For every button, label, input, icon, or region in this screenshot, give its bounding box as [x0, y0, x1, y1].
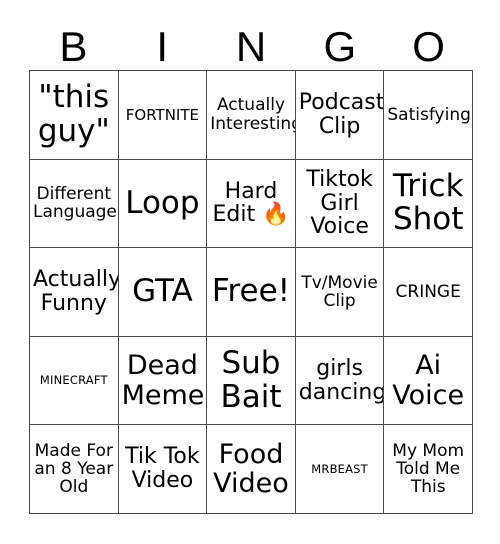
bingo-cell[interactable]: Actually Funny	[30, 248, 119, 337]
bingo-cell[interactable]: Satisfying	[384, 71, 473, 160]
bingo-cell-label: Food Video	[213, 439, 289, 500]
bingo-cell-label: MRBEAST	[311, 461, 368, 476]
bingo-header-row: B I N G O	[29, 8, 473, 70]
bingo-cell-label: Actually Interesting	[210, 95, 296, 134]
bingo-cell[interactable]: CRINGE	[384, 248, 473, 337]
bingo-cell-label: Tik Tok Video	[125, 444, 200, 494]
bingo-header-letter-i: I	[156, 23, 169, 70]
bingo-cell-label: MINECRAFT	[39, 373, 108, 388]
bingo-cell[interactable]: MINECRAFT	[30, 336, 119, 426]
bingo-cell[interactable]: girls dancing	[295, 336, 385, 426]
bingo-cell-label: My Mom Told Me This	[392, 440, 465, 498]
bingo-card: B I N G O "this guy" FORTNITE Actually Int…	[29, 8, 473, 514]
bingo-cell[interactable]: Ai Voice	[384, 336, 473, 426]
bingo-cell[interactable]: GTA	[118, 248, 208, 337]
bingo-cell[interactable]: Made For an 8 Year Old	[30, 425, 119, 514]
bingo-cell-label: Podcast Clip	[298, 90, 385, 139]
bingo-cell[interactable]: Tv/Movie Clip	[295, 248, 385, 337]
bingo-cell[interactable]: Tiktok Girl Voice	[295, 159, 385, 249]
bingo-cell[interactable]: Trick Shot	[384, 159, 473, 249]
bingo-cell[interactable]: Hard Edit 🔥	[207, 159, 296, 249]
bingo-cell-label: Loop	[125, 184, 200, 221]
bingo-cell[interactable]: Sub Bait	[207, 336, 296, 426]
bingo-cell[interactable]: Food Video	[207, 425, 296, 514]
bingo-cell[interactable]: "this guy"	[30, 71, 119, 160]
bingo-cell[interactable]: Different Language	[30, 159, 119, 249]
bingo-cell[interactable]: Loop	[118, 159, 208, 249]
bingo-cell[interactable]: FORTNITE	[118, 71, 208, 160]
bingo-cell[interactable]: Dead Meme	[118, 336, 208, 426]
bingo-cell-label: girls dancing	[298, 355, 385, 405]
bingo-cell-label: Actually Funny	[33, 267, 119, 316]
bingo-cell-label: Free!	[211, 273, 291, 310]
bingo-cell-label: CRINGE	[395, 281, 461, 302]
bingo-cell-label: FORTNITE	[125, 105, 199, 124]
bingo-cell-label: Trick Shot	[392, 167, 464, 238]
bingo-cell-label: Ai Voice	[392, 350, 465, 411]
bingo-header-letter-n: N	[235, 23, 267, 70]
bingo-cell[interactable]: Podcast Clip	[295, 71, 385, 160]
bingo-cell-label: Sub Bait	[220, 345, 282, 415]
bingo-cell-label: Tiktok Girl Voice	[306, 166, 373, 240]
bingo-cell[interactable]: MRBEAST	[295, 425, 385, 514]
bingo-cell[interactable]: Free!	[207, 248, 296, 337]
bingo-grid: "this guy" FORTNITE Actually Interesting Po…	[29, 70, 473, 514]
bingo-cell-label: "this guy"	[37, 79, 110, 149]
bingo-cell[interactable]: Actually Interesting	[207, 71, 296, 160]
bingo-cell-label: Different Language	[33, 184, 117, 223]
bingo-cell-label: GTA	[132, 273, 193, 310]
bingo-header-letter-b: B	[59, 23, 88, 70]
bingo-header-letter-o: O	[412, 23, 445, 70]
bingo-header-letter-g: G	[323, 23, 357, 70]
bingo-cell-label: Satisfying	[387, 104, 471, 125]
bingo-cell-label: Dead Meme	[121, 350, 205, 411]
bingo-cell[interactable]: My Mom Told Me This	[384, 425, 473, 514]
bingo-cell-label: Tv/Movie Clip	[301, 272, 378, 311]
bingo-cell-label: Hard Edit 🔥	[212, 178, 290, 228]
bingo-cell[interactable]: Tik Tok Video	[118, 425, 208, 514]
bingo-cell-label: Made For an 8 Year Old	[34, 440, 114, 498]
